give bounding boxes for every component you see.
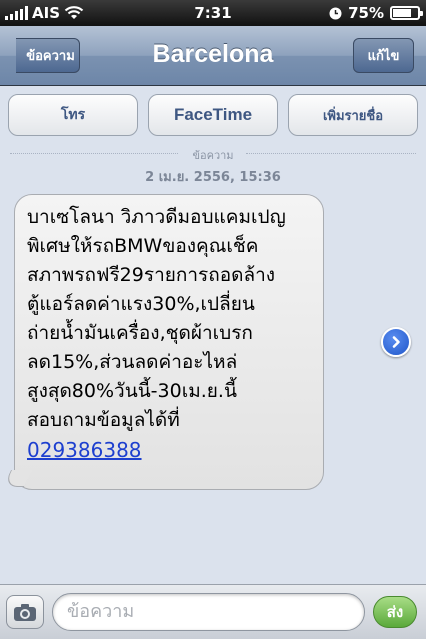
contact-actions: โทร FaceTime เพิ่มรายชื่อ (0, 94, 426, 140)
message-line: ลด15%,ส่วนลดค่าอะไหล่ (27, 351, 238, 373)
camera-icon (14, 603, 36, 621)
received-message-bubble[interactable]: บาเซโลนา วิภาวดีมอบแคมเปญ พิเศษให้รถBMWข… (14, 194, 324, 490)
add-contact-button[interactable]: เพิ่มรายชื่อ (288, 94, 418, 136)
camera-button[interactable] (6, 595, 44, 629)
phone-number-link[interactable]: 029386388 (27, 435, 313, 465)
status-bar: AIS 7:31 75% (0, 0, 426, 26)
message-line: สอบถามข้อมูลได้ที่ (27, 409, 180, 431)
compose-bar: ข้อความ ส่ง (0, 584, 426, 639)
message-line: ถ่ายน้ำมันเครื่อง,ชุดผ้าเบรก (27, 322, 253, 344)
message-line: ตู้แอร์ลดค่าแรง30%,เปลี่ยน (27, 293, 255, 315)
call-button[interactable]: โทร (8, 94, 138, 136)
message-line: สูงสุด80%วันนี้-30เม.ย.นี้ (27, 380, 237, 402)
message-timestamp: 2 เม.ย. 2556, 15:36 (145, 170, 281, 185)
message-line: สภาพรถฟรี29รายการถอดล้าง (27, 264, 276, 286)
send-button[interactable]: ส่ง (373, 596, 417, 628)
separator-label: ข้อความ (192, 149, 234, 162)
message-line: บาเซโลนา วิภาวดีมอบแคมเปญ (27, 206, 286, 228)
chevron-right-circle-icon[interactable] (381, 327, 411, 357)
battery-percent: 75% (348, 4, 384, 22)
edit-button-label: แก้ไข (367, 49, 400, 64)
message-input[interactable]: ข้อความ (52, 593, 365, 631)
navigation-bar: ข้อความ Barcelona แก้ไข (0, 26, 426, 86)
facetime-button[interactable]: FaceTime (148, 94, 278, 136)
battery-icon (390, 6, 423, 20)
message-line: พิเศษให้รถBMWของคุณเช็ค (27, 235, 259, 257)
clock-icon (329, 7, 342, 19)
edit-button[interactable]: แก้ไข (353, 38, 414, 73)
